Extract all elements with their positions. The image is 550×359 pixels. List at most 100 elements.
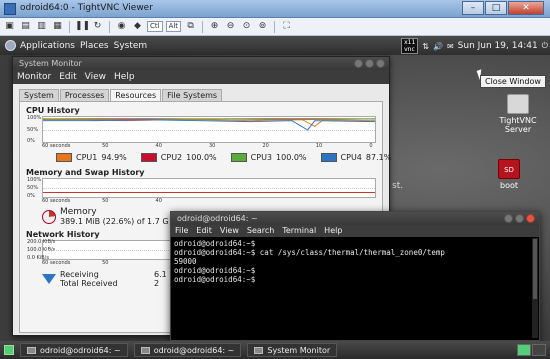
zoom-fit-icon[interactable]: ⊚	[256, 20, 269, 33]
menu-view[interactable]: View	[220, 225, 239, 237]
cpu3-legend[interactable]: CPU3 100.0%	[230, 153, 307, 162]
cpu-x-tick: 10	[315, 143, 323, 149]
taskbar-item-terminal-2[interactable]: odroid@odroid64: ~	[133, 343, 242, 357]
cpu1-legend[interactable]: CPU1 94.9%	[56, 153, 127, 162]
sysmon-titlebar[interactable]: System Monitor	[13, 57, 389, 70]
scrollbar-thumb[interactable]	[533, 239, 537, 299]
menu-file[interactable]: File	[175, 225, 188, 237]
terminal-maximize-button[interactable]	[515, 214, 524, 223]
power-icon[interactable]: ⏻	[542, 41, 548, 51]
show-desktop-icon[interactable]	[4, 345, 14, 355]
sysmon-close-button[interactable]	[376, 59, 385, 68]
total-received-label: Total Received	[60, 279, 118, 288]
ctrl-key-button[interactable]: Ctl	[147, 21, 163, 32]
sysmon-minimize-button[interactable]	[354, 59, 363, 68]
ctrl-esc-icon[interactable]: ◆	[131, 20, 144, 33]
terminal-line: odroid@odroid64:~$	[174, 275, 256, 284]
vnc-tray-icon[interactable]: x11 vnc	[401, 38, 419, 54]
cpu1-color-swatch[interactable]	[56, 153, 72, 162]
connection-info-icon[interactable]: ▥	[35, 20, 48, 33]
receiving-label: Receiving	[60, 270, 99, 279]
tab-system[interactable]: System	[19, 89, 59, 101]
ctrl-alt-del-icon[interactable]: ◉	[115, 20, 128, 33]
options-icon[interactable]: ▦	[51, 20, 64, 33]
net-x-tick: 60 seconds	[42, 260, 71, 266]
menu-view[interactable]: View	[85, 70, 106, 84]
toolbar-separator	[274, 20, 276, 33]
viewer-toolbar: ▣ ▤ ▥ ▦ ❚❚ ↻ ◉ ◆ Ctl Alt ⧉ ⊕ ⊖ ⊙ ⊚ ⛶	[0, 18, 550, 36]
pause-icon[interactable]: ❚❚	[75, 20, 90, 33]
workspace-2[interactable]	[532, 344, 546, 356]
tab-resources[interactable]: Resources	[110, 89, 162, 101]
memory-history-title: Memory and Swap History	[26, 168, 145, 177]
cpu-x-axis: 60 seconds 50 40 30 20 10 0	[42, 143, 376, 150]
panel-clock[interactable]: Sun Jun 19, 14:41	[458, 41, 538, 51]
network-icon[interactable]: ⇅	[422, 42, 429, 51]
cpu3-color-swatch[interactable]	[230, 153, 247, 162]
net-y-tick: 200.0 KiB/s	[27, 239, 56, 245]
zoom-100-icon[interactable]: ⊙	[240, 20, 253, 33]
cpu2-legend[interactable]: CPU2 100.0%	[140, 153, 217, 162]
tightvnc-app-icon	[4, 3, 16, 15]
minimize-button[interactable]: –	[462, 1, 484, 15]
menu-edit[interactable]: Edit	[196, 225, 212, 237]
alt-key-button[interactable]: Alt	[165, 21, 182, 32]
taskbar-item-system-monitor[interactable]: System Monitor	[247, 343, 338, 357]
window-controls: – □ ✕	[462, 1, 544, 15]
memory-pie-icon[interactable]	[42, 209, 56, 224]
menu-search[interactable]: Search	[247, 225, 274, 237]
remote-desktop[interactable]: Applications Places System x11 vnc ⇅ 🔊 ✉ …	[0, 36, 550, 359]
cpu4-color-swatch[interactable]	[320, 153, 337, 162]
terminal-close-button[interactable]	[526, 214, 535, 223]
desktop-icon-tightvnc-server[interactable]: TightVNC Server	[488, 94, 548, 134]
mail-icon[interactable]: ✉	[447, 42, 454, 51]
menu-system[interactable]: System	[114, 41, 148, 51]
refresh-icon[interactable]: ↻	[91, 20, 104, 33]
cpu2-color-swatch[interactable]	[140, 153, 157, 162]
viewer-titlebar: odroid64:0 - TightVNC Viewer – □ ✕	[0, 0, 550, 18]
top-panel: Applications Places System x11 vnc ⇅ 🔊 ✉ …	[0, 36, 550, 55]
cpu-x-tick: 20	[262, 143, 269, 149]
system-monitor-icon	[254, 346, 264, 354]
terminal-output[interactable]: odroid@odroid64:~$ odroid@odroid64:~$ cat…	[171, 237, 539, 286]
menu-edit[interactable]: Edit	[59, 70, 76, 84]
sysmon-window-controls	[354, 59, 385, 68]
terminal-scrollbar[interactable]	[532, 238, 538, 338]
menu-monitor[interactable]: Monitor	[17, 70, 51, 84]
menu-places[interactable]: Places	[80, 41, 109, 51]
menu-terminal[interactable]: Terminal	[282, 225, 316, 237]
cpu1-value: 94.9%	[101, 153, 127, 162]
bottom-taskbar: odroid@odroid64: ~ odroid@odroid64: ~ Sy…	[0, 341, 550, 359]
zoom-out-icon[interactable]: ⊖	[224, 20, 237, 33]
mem-x-tick: 50	[102, 198, 109, 204]
sysmon-tabs: System Processes Resources File Systems	[19, 89, 383, 101]
terminal-minimize-button[interactable]	[504, 214, 513, 223]
maximize-button[interactable]: □	[485, 1, 507, 15]
terminal-titlebar[interactable]: odroid@odroid64: ~	[171, 212, 539, 225]
workspace-1[interactable]	[517, 344, 531, 356]
toolbar-separator	[202, 20, 204, 33]
receiving-value: 6.1	[154, 270, 167, 279]
fullscreen-icon[interactable]: ⛶	[280, 20, 293, 33]
new-connection-icon[interactable]: ▣	[3, 20, 16, 33]
zoom-in-icon[interactable]: ⊕	[208, 20, 221, 33]
tab-processes[interactable]: Processes	[59, 89, 110, 101]
menu-applications[interactable]: Applications	[20, 41, 75, 51]
cpu1-label: CPU1	[76, 153, 98, 162]
copy-icon[interactable]: ⧉	[184, 20, 197, 33]
menu-help[interactable]: Help	[324, 225, 342, 237]
cpu4-legend[interactable]: CPU4 87.1%	[320, 153, 391, 162]
volume-icon[interactable]: 🔊	[433, 42, 443, 51]
mem-y-tick: 50%	[27, 185, 39, 191]
applications-icon[interactable]	[5, 40, 16, 51]
taskbar-item-terminal-1[interactable]: odroid@odroid64: ~	[20, 343, 128, 357]
save-icon[interactable]: ▤	[19, 20, 32, 33]
memory-x-axis: 60 seconds 50 40	[42, 198, 376, 205]
desktop-icon-boot[interactable]: SD boot	[479, 159, 539, 190]
toolbar-separator	[69, 20, 70, 33]
monitor-icon	[507, 94, 529, 114]
close-button[interactable]: ✕	[508, 1, 544, 15]
tab-file-systems[interactable]: File Systems	[162, 89, 223, 101]
menu-help[interactable]: Help	[114, 70, 135, 84]
sysmon-maximize-button[interactable]	[365, 59, 374, 68]
